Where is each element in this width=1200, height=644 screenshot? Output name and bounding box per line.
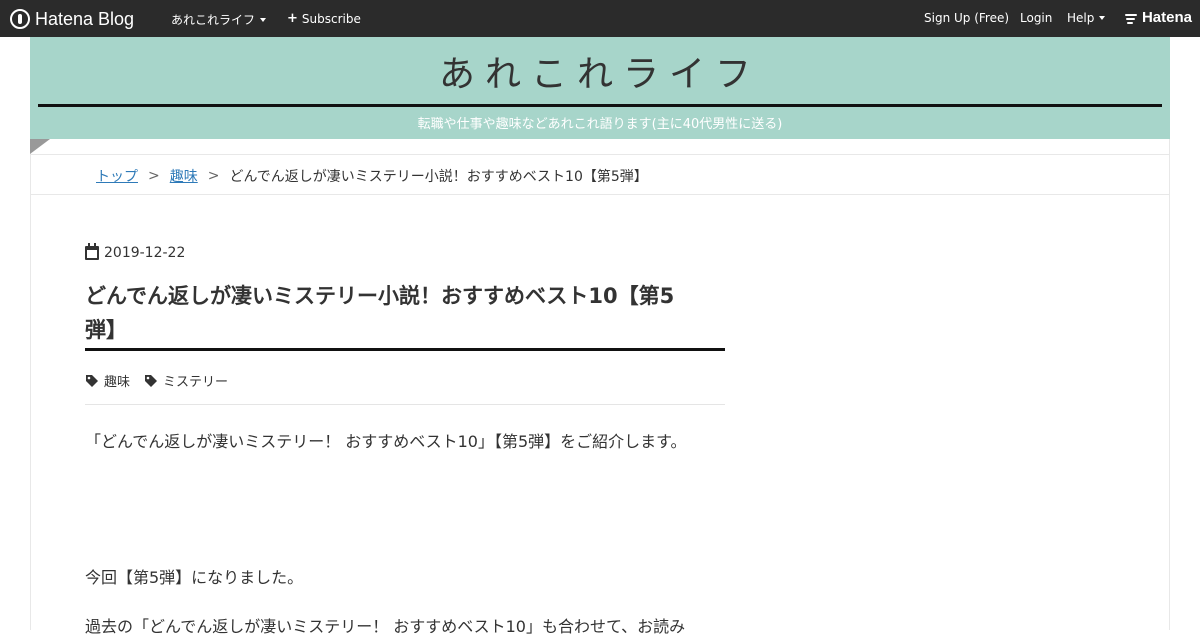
hatena-logo[interactable]: Hatena [1124,9,1192,26]
subscribe-label: Subscribe [301,11,361,26]
tag-hobby[interactable]: 趣味 [85,371,130,390]
tag-label: 趣味 [104,375,131,390]
login-label: Login [1020,11,1053,25]
entry-title-divider [85,348,725,351]
breadcrumb-separator: > [148,168,160,184]
blog-menu-dropdown[interactable]: あれこれライフ [171,11,267,28]
title-divider [38,104,1162,107]
tag-label: ミステリー [163,375,229,390]
breadcrumb-link-top[interactable]: トップ [96,166,138,186]
help-label: Help [1067,11,1095,25]
tag-icon [145,374,158,387]
tag-icon [86,374,98,387]
breadcrumb-bar: トップ > 趣味 > どんでん返しが凄いミステリー小説！おすすめベスト10【第5… [30,154,1170,195]
entry-paragraph: 過去の「どんでん返しが凄いミステリー！ おすすめベスト10」も合わせて、お読み [85,617,686,636]
brand-text: Hatena Blog [35,8,135,29]
ribbon-fold [30,139,50,154]
hatena-blog-icon [10,9,30,29]
entry-paragraph: 「どんでん返しが凄いミステリー！ おすすめベスト10」【第5弾】をご紹介します。 [85,432,687,451]
blog-header: あれこれライフ 転職や仕事や趣味などあれこれ語ります(主に40代男性に送る) [30,37,1170,139]
breadcrumb-separator: > [207,168,220,184]
tags-divider [85,404,725,405]
breadcrumb-current: どんでん返しが凄いミステリー小説！おすすめベスト10【第5弾】 [229,169,648,185]
plus-icon: + [287,11,298,26]
entry-tags: 趣味 ミステリー [85,371,228,390]
entry-date-text: 2019-12-22 [104,245,186,261]
hatena-global-header: Hatena Blog あれこれライフ + Subscribe Sign Up … [0,0,1200,37]
hatena-wave-icon [1124,13,1139,24]
login-link[interactable]: Login [1020,11,1052,25]
subscribe-button[interactable]: + Subscribe [287,11,361,26]
blog-menu-label: あれこれライフ [171,13,256,27]
entry-title[interactable]: どんでん返しが凄いミステリー小説！おすすめベスト10【第5弾】 [85,279,705,347]
breadcrumb: トップ > 趣味 > どんでん返しが凄いミステリー小説！おすすめベスト10【第5… [96,166,648,186]
calendar-icon [85,243,99,260]
hatena-logo-text: Hatena [1141,9,1192,26]
chevron-down-icon [260,17,267,22]
entry-date[interactable]: 2019-12-22 [85,243,186,261]
signup-label: Sign Up (Free) [924,11,1010,25]
blog-description: 転職や仕事や趣味などあれこれ語ります(主に40代男性に送る) [417,117,783,132]
breadcrumb-link-hobby[interactable]: 趣味 [170,166,198,186]
hatena-blog-logo[interactable]: Hatena Blog [10,8,134,30]
chevron-down-icon [1099,16,1106,20]
entry-paragraph: 今回【第5弾】になりました。 [85,568,304,587]
tag-mystery[interactable]: ミステリー [144,371,228,390]
signup-link[interactable]: Sign Up (Free) [924,11,1009,25]
help-dropdown[interactable]: Help [1067,11,1106,25]
blog-title[interactable]: あれこれライフ [30,51,1170,99]
